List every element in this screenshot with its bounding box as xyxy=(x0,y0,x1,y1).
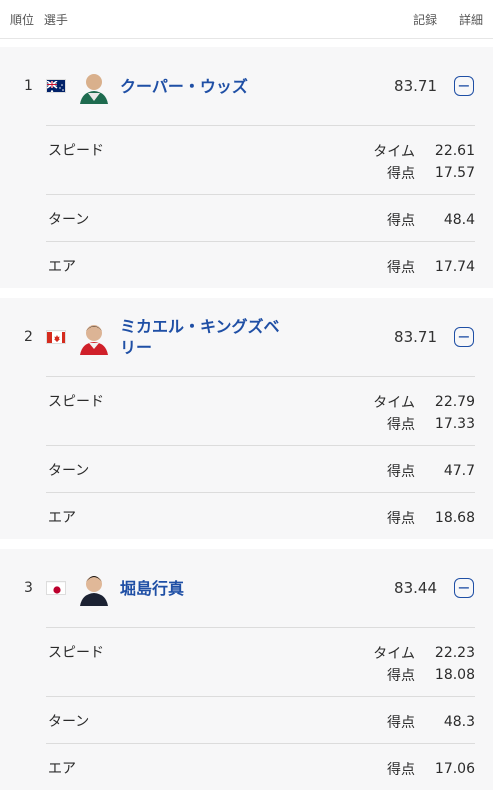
turn-points-value: 48.3 xyxy=(443,714,475,730)
speed-points-value: 17.57 xyxy=(434,165,475,181)
japan-flag-icon xyxy=(46,581,66,595)
points-label: 得点 xyxy=(387,260,415,276)
athlete-name[interactable]: クーパー・ウッズ xyxy=(120,76,248,97)
time-value: 22.61 xyxy=(434,143,475,159)
athlete-avatar xyxy=(76,570,112,606)
athlete-row: 1 クーパー・ウッズ 83.71 − スピード タイム 22.61 得点 17.57… xyxy=(0,47,493,288)
collapse-minus-icon[interactable]: − xyxy=(454,327,474,347)
air-label: エア xyxy=(48,510,76,526)
speed-points-value: 18.08 xyxy=(434,667,475,683)
score-details: スピード タイム 22.23 得点 18.08 ターン 得点 48.3 エア 得点 17… xyxy=(46,627,475,790)
athlete-name[interactable]: ミカエル・キングズベリー xyxy=(120,316,290,358)
points-label: 得点 xyxy=(387,166,415,182)
points-label: 得点 xyxy=(387,511,415,527)
speed-label: スピード xyxy=(48,143,104,159)
turn-points-value: 48.4 xyxy=(443,212,475,228)
turn-row: ターン 得点 48.4 xyxy=(46,194,475,241)
athlete-summary[interactable]: 3 堀島行真 83.44 − xyxy=(0,549,493,627)
header-right: 記録 詳細 xyxy=(395,11,483,28)
time-label: タイム xyxy=(373,395,415,411)
air-label: エア xyxy=(48,761,76,777)
athlete-column-label: 選手 xyxy=(43,12,68,27)
athlete-row: 2 ミカエル・キングズベリー 83.71 − スピード タイム 22.79 得点 1… xyxy=(0,298,493,539)
rank-number: 2 xyxy=(24,329,33,345)
athlete-row: 3 堀島行真 83.44 − スピード タイム 22.23 得点 18.08 ターン… xyxy=(0,549,493,790)
air-row: エア 得点 17.06 xyxy=(46,743,475,790)
header-left: 順位 選手 xyxy=(10,11,68,28)
air-points-value: 17.74 xyxy=(434,259,475,275)
time-label: タイム xyxy=(373,144,415,160)
australia-flag-icon xyxy=(46,79,66,93)
points-label: 得点 xyxy=(387,464,415,480)
score-details: スピード タイム 22.61 得点 17.57 ターン 得点 48.4 エア 得点 17… xyxy=(46,125,475,288)
collapse-minus-icon[interactable]: − xyxy=(454,76,474,96)
points-label: 得点 xyxy=(387,417,415,433)
speed-row: スピード タイム 22.61 得点 17.57 xyxy=(46,125,475,194)
speed-points-value: 17.33 xyxy=(434,416,475,432)
points-label: 得点 xyxy=(387,668,415,684)
athlete-avatar xyxy=(76,319,112,355)
total-score: 83.44 xyxy=(394,579,437,597)
air-row: エア 得点 17.74 xyxy=(46,241,475,288)
time-label: タイム xyxy=(373,646,415,662)
air-row: エア 得点 18.68 xyxy=(46,492,475,539)
rank-number: 1 xyxy=(24,78,33,94)
detail-column-label: 詳細 xyxy=(458,12,483,27)
athlete-summary[interactable]: 1 クーパー・ウッズ 83.71 − xyxy=(0,47,493,125)
rank-column-label: 順位 xyxy=(10,12,35,27)
air-points-value: 17.06 xyxy=(434,761,475,777)
speed-row: スピード タイム 22.79 得点 17.33 xyxy=(46,376,475,445)
results-header: 順位 選手 記録 詳細 xyxy=(0,0,493,39)
divider xyxy=(0,539,493,549)
points-label: 得点 xyxy=(387,213,415,229)
record-column-label: 記録 xyxy=(413,12,438,27)
collapse-minus-icon[interactable]: − xyxy=(454,578,474,598)
turn-row: ターン 得点 47.7 xyxy=(46,445,475,492)
turn-label: ターン xyxy=(48,714,90,730)
air-points-value: 18.68 xyxy=(434,510,475,526)
score-details: スピード タイム 22.79 得点 17.33 ターン 得点 47.7 エア 得点 18… xyxy=(46,376,475,539)
time-value: 22.23 xyxy=(434,645,475,661)
speed-label: スピード xyxy=(48,394,104,410)
points-label: 得点 xyxy=(387,762,415,778)
athlete-name[interactable]: 堀島行真 xyxy=(120,578,184,599)
athlete-avatar xyxy=(76,68,112,104)
speed-row: スピード タイム 22.23 得点 18.08 xyxy=(46,627,475,696)
turn-points-value: 47.7 xyxy=(443,463,475,479)
athlete-summary[interactable]: 2 ミカエル・キングズベリー 83.71 − xyxy=(0,298,493,376)
total-score: 83.71 xyxy=(394,77,437,95)
air-label: エア xyxy=(48,259,76,275)
canada-flag-icon xyxy=(46,330,66,344)
rank-number: 3 xyxy=(24,580,33,596)
turn-label: ターン xyxy=(48,212,90,228)
speed-label: スピード xyxy=(48,645,104,661)
points-label: 得点 xyxy=(387,715,415,731)
divider xyxy=(0,288,493,298)
turn-label: ターン xyxy=(48,463,90,479)
total-score: 83.71 xyxy=(394,328,437,346)
time-value: 22.79 xyxy=(434,394,475,410)
turn-row: ターン 得点 48.3 xyxy=(46,696,475,743)
